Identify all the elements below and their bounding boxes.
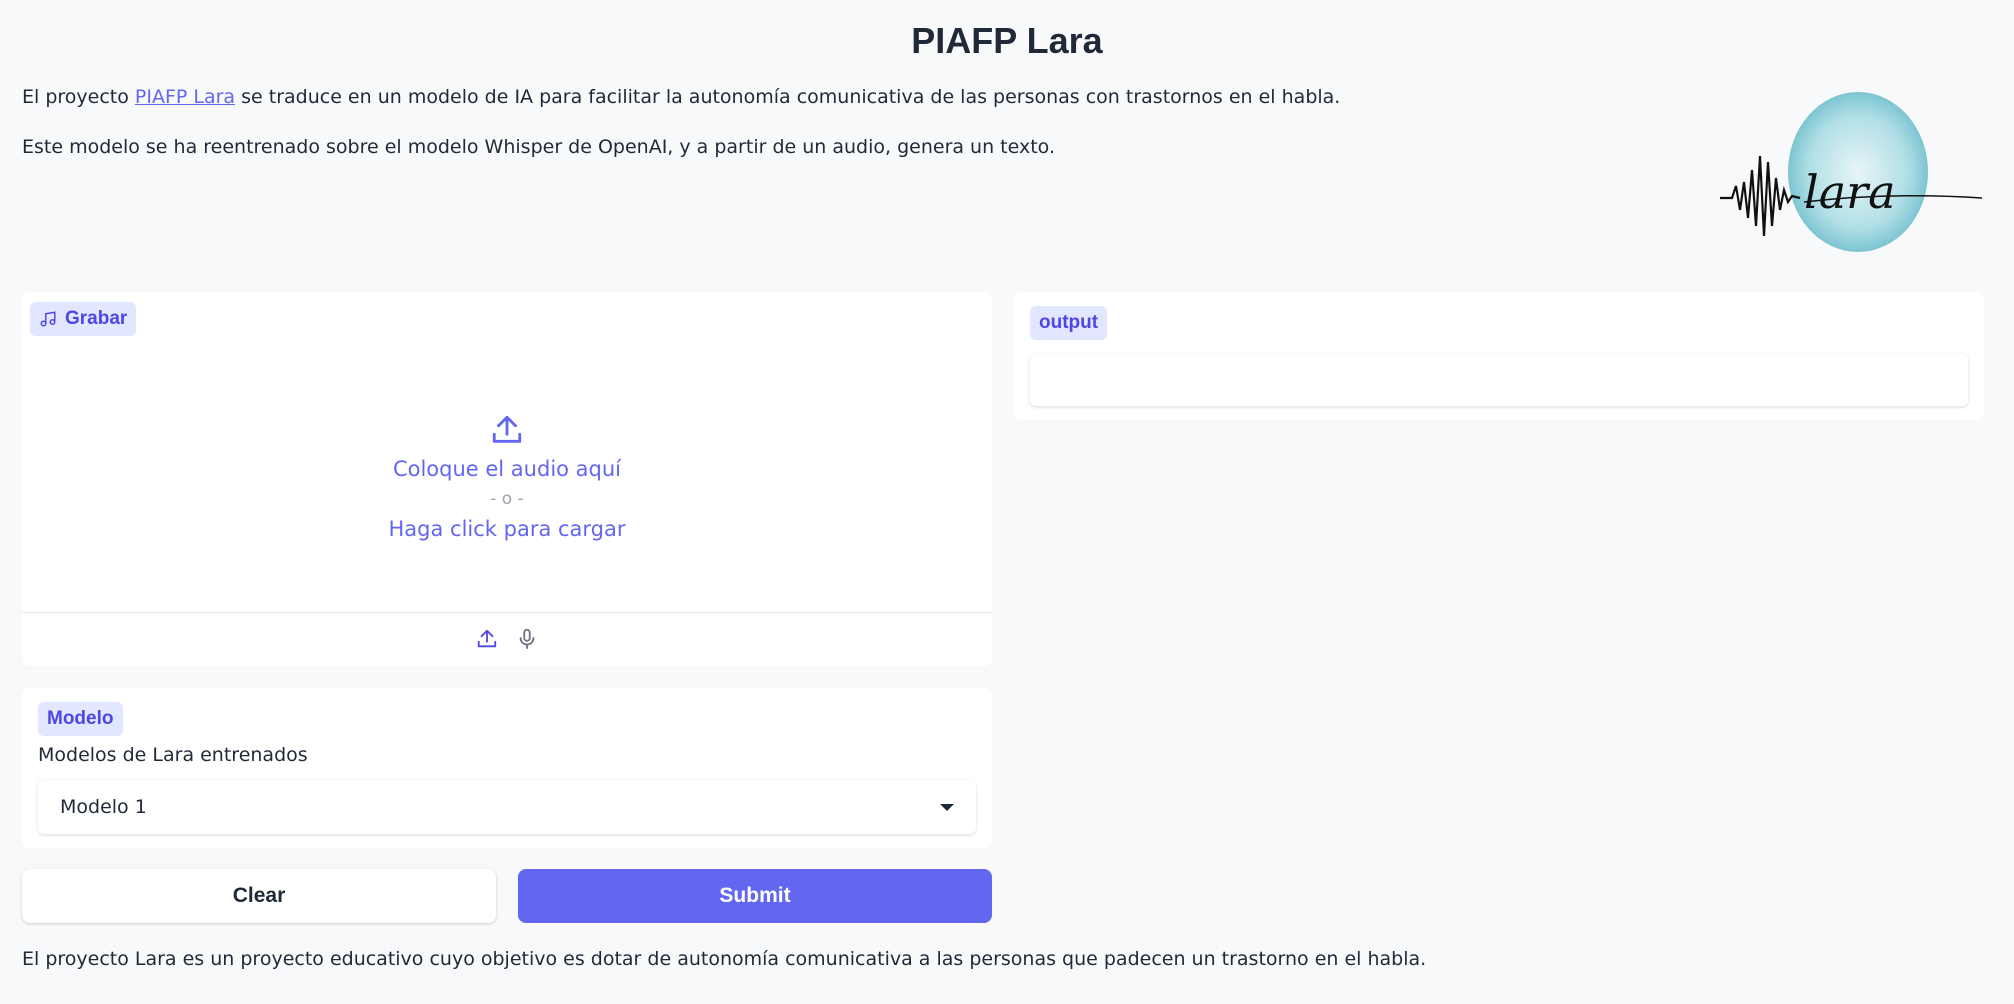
model-select[interactable]: Modelo 1 bbox=[38, 780, 976, 834]
upload-source-button[interactable] bbox=[474, 626, 500, 652]
intro-line-2: Este modelo se ha reentrenado sobre el m… bbox=[22, 136, 1056, 158]
page-title: PIAFP Lara bbox=[911, 20, 1103, 61]
intro-prefix: El proyecto bbox=[22, 86, 135, 108]
model-panel: Modelo Modelos de Lara entrenados Modelo… bbox=[22, 688, 992, 848]
drop-text: Coloque el audio aquí bbox=[392, 457, 622, 481]
project-link[interactable]: PIAFP Lara bbox=[135, 86, 235, 108]
upload-icon bbox=[492, 415, 522, 443]
lara-logo: lara bbox=[1720, 92, 1983, 252]
audio-label-chip: Grabar bbox=[30, 302, 137, 336]
submit-button[interactable]: Submit bbox=[518, 869, 992, 923]
footer-text: El proyecto Lara es un proyecto educativ… bbox=[22, 948, 1427, 970]
output-label-chip: output bbox=[1030, 306, 1108, 340]
model-label: Modelo bbox=[47, 708, 114, 729]
model-label-chip: Modelo bbox=[38, 702, 123, 736]
audio-panel: Grabar Coloque el audio aquí - o - Haga … bbox=[22, 292, 992, 666]
microphone-source-button[interactable] bbox=[514, 626, 540, 652]
microphone-icon bbox=[519, 628, 535, 649]
output-textbox[interactable] bbox=[1030, 354, 1968, 406]
or-separator: - o - bbox=[490, 489, 524, 509]
model-selected-value: Modelo 1 bbox=[60, 796, 147, 818]
audio-source-bar bbox=[22, 612, 992, 664]
model-description: Modelos de Lara entrenados bbox=[38, 744, 308, 766]
intro-line-1: El proyecto PIAFP Lara se traduce en un … bbox=[22, 86, 1340, 108]
click-upload-text: Haga click para cargar bbox=[388, 517, 626, 541]
audio-drop-zone[interactable]: Coloque el audio aquí - o - Haga click p… bbox=[22, 352, 992, 602]
clear-button[interactable]: Clear bbox=[22, 869, 496, 923]
audio-label: Grabar bbox=[65, 308, 128, 329]
music-note-icon bbox=[40, 311, 56, 327]
svg-text:lara: lara bbox=[1804, 165, 1896, 219]
output-label: output bbox=[1039, 312, 1099, 333]
output-panel: output bbox=[1014, 292, 1984, 420]
chevron-down-icon bbox=[940, 803, 954, 811]
upload-icon bbox=[477, 629, 497, 647]
intro-suffix: se traduce en un modelo de IA para facil… bbox=[235, 86, 1341, 108]
